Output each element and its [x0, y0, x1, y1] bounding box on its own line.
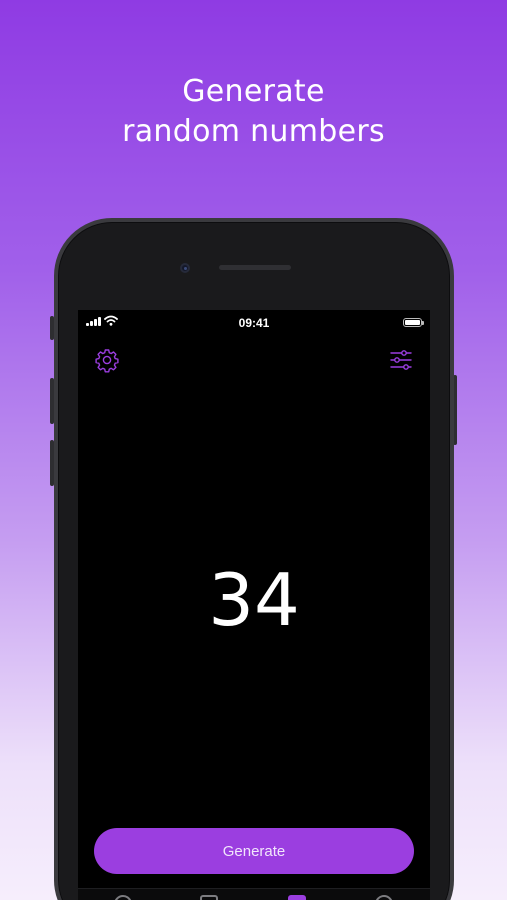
tab-item-2[interactable] [200, 895, 218, 900]
status-bar: 09:41 [78, 310, 430, 334]
front-camera [180, 263, 190, 273]
app-screen: 09:41 34 Generate [78, 310, 430, 900]
gear-icon [95, 349, 119, 373]
headline-line-1: Generate [182, 74, 325, 109]
tab-item-3[interactable] [288, 895, 306, 900]
filters-button[interactable] [388, 347, 414, 373]
status-time: 09:41 [238, 316, 270, 330]
promo-headline: Generate random numbers [0, 72, 507, 152]
tab-bar [78, 888, 430, 900]
generate-button[interactable]: Generate [94, 828, 414, 874]
sliders-icon [390, 350, 412, 370]
earpiece-speaker [219, 265, 291, 270]
tab-item-4[interactable] [375, 895, 393, 900]
battery-icon [403, 318, 424, 327]
headline-line-2: random numbers [122, 114, 385, 149]
tab-item-1[interactable] [114, 895, 132, 900]
random-number-display: 34 [208, 558, 300, 642]
settings-button[interactable] [94, 347, 120, 373]
